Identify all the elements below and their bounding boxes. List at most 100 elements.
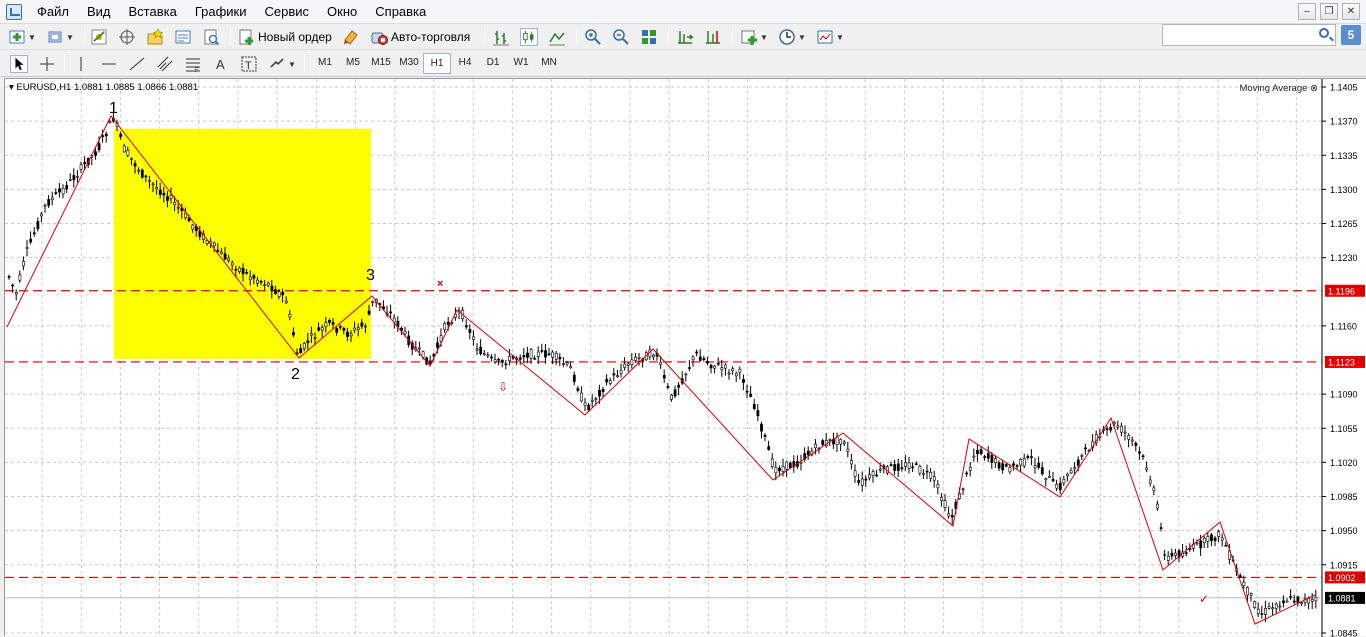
candle-body	[915, 464, 917, 465]
candle-body	[969, 467, 971, 470]
tf-d1[interactable]: D1	[479, 53, 507, 74]
notifications-badge[interactable]: 5	[1341, 25, 1361, 45]
horizontal-line-button[interactable]	[100, 53, 118, 75]
cursor-button[interactable]	[10, 53, 28, 75]
candle-body	[894, 464, 896, 470]
navigator-button[interactable]	[146, 26, 164, 48]
candle-body	[933, 477, 935, 480]
data-window-button[interactable]	[118, 26, 136, 48]
tf-m5[interactable]: M5	[339, 53, 367, 74]
candle-body	[606, 379, 608, 382]
candle-body	[1002, 464, 1004, 470]
candle-body	[1041, 468, 1043, 474]
candle-body	[930, 472, 932, 478]
candle-body	[1016, 466, 1018, 467]
chart-window[interactable]: 1.14051.13701.13351.13001.12651.12301.11…	[4, 78, 1366, 636]
terminal-button[interactable]	[174, 26, 192, 48]
tf-mn[interactable]: MN	[535, 53, 563, 74]
auto-trading-button[interactable]: Авто-торговля	[370, 26, 470, 48]
candle-body	[278, 292, 280, 297]
text-button[interactable]: A	[212, 53, 230, 75]
tf-m1[interactable]: M1	[311, 53, 339, 74]
tf-m15[interactable]: M15	[367, 53, 395, 74]
candle-body	[1063, 479, 1065, 483]
candle-body	[1264, 608, 1266, 614]
candle-body	[699, 357, 701, 361]
candle-body	[872, 472, 874, 476]
price-chart[interactable]: 1.14051.13701.13351.13001.12651.12301.11…	[5, 79, 1366, 637]
candle-body	[1059, 483, 1061, 490]
candle-body	[1023, 459, 1025, 466]
tf-h4[interactable]: H4	[451, 53, 479, 74]
menu-charts[interactable]: Графики	[186, 0, 256, 24]
tf-m30[interactable]: M30	[395, 53, 423, 74]
candle-body	[1153, 488, 1155, 491]
candle-body	[69, 179, 71, 180]
menu-view[interactable]: Вид	[78, 0, 120, 24]
zoom-out-button[interactable]	[612, 26, 630, 48]
menu-tools[interactable]: Сервис	[256, 0, 319, 24]
new-chart-button[interactable]: ▼	[8, 26, 36, 48]
indicators-button[interactable]: ▼	[740, 26, 768, 48]
minimize-icon[interactable]: –	[1298, 3, 1316, 20]
strategy-tester-button[interactable]	[202, 26, 220, 48]
arrows-button[interactable]: ▼	[268, 53, 296, 75]
line-chart-button[interactable]	[548, 26, 566, 48]
new-order-button[interactable]: Новый ордер	[237, 26, 332, 48]
candle-body	[271, 286, 273, 291]
crosshair-button[interactable]	[38, 53, 56, 75]
candlestick-chart-button[interactable]	[520, 26, 538, 48]
menu-help[interactable]: Справка	[366, 0, 435, 24]
tf-w1[interactable]: W1	[507, 53, 535, 74]
candle-body	[357, 328, 359, 330]
templates-button[interactable]: ▼	[816, 26, 844, 48]
menu-window[interactable]: Окно	[318, 0, 366, 24]
periods-button[interactable]: ▼	[778, 26, 806, 48]
vertical-line-button[interactable]	[72, 53, 90, 75]
tf-h1[interactable]: H1	[423, 53, 451, 74]
candle-body	[177, 207, 179, 208]
candle-body	[555, 353, 557, 359]
candle-body	[544, 351, 546, 358]
text-label-button[interactable]: T	[240, 53, 258, 75]
menu-insert[interactable]: Вставка	[120, 0, 186, 24]
candle-body	[1279, 606, 1281, 607]
menu-file[interactable]: Файл	[28, 0, 78, 24]
candle-body	[138, 170, 140, 171]
candle-body	[494, 360, 496, 362]
metaeditor-button[interactable]	[342, 26, 360, 48]
restore-icon[interactable]: ❐	[1320, 3, 1338, 20]
candle-body	[879, 469, 881, 470]
indicator-name: Moving Average	[1239, 83, 1307, 94]
tile-windows-button[interactable]	[640, 26, 658, 48]
candle-body	[739, 369, 741, 372]
close-icon[interactable]: ✕	[1342, 3, 1360, 20]
fibonacci-button[interactable]: F	[184, 53, 202, 75]
arrows-icon	[268, 55, 286, 73]
fibonacci-icon: F	[184, 55, 202, 73]
search-icon[interactable]	[1319, 28, 1329, 38]
timeframes-toolbar: M1 M5 M15 M30 H1 H4 D1 W1 MN	[311, 53, 563, 74]
candle-body	[904, 463, 906, 467]
cursor-icon	[10, 55, 28, 73]
candle-body	[1110, 427, 1112, 430]
candle-body	[962, 489, 964, 490]
search-input[interactable]	[1162, 24, 1336, 46]
candle-body	[51, 198, 53, 200]
profiles-button[interactable]: ▼	[46, 26, 74, 48]
candle-body	[584, 403, 586, 406]
candle-body	[1207, 536, 1209, 541]
candle-body	[573, 375, 575, 381]
candle-body	[148, 181, 150, 182]
auto-scroll-button[interactable]	[676, 26, 694, 48]
indicator-settings-icon[interactable]: ⊗	[1310, 83, 1318, 94]
bar-chart-button[interactable]	[492, 26, 510, 48]
candle-body	[94, 152, 96, 156]
market-watch-button[interactable]	[90, 26, 108, 48]
candle-body	[102, 136, 104, 137]
trendline-button[interactable]	[128, 53, 146, 75]
zoom-in-button[interactable]	[584, 26, 602, 48]
equidistant-channel-button[interactable]	[156, 53, 174, 75]
indicator-label[interactable]: Moving Average ⊗	[1239, 83, 1318, 94]
chart-shift-button[interactable]	[704, 26, 722, 48]
